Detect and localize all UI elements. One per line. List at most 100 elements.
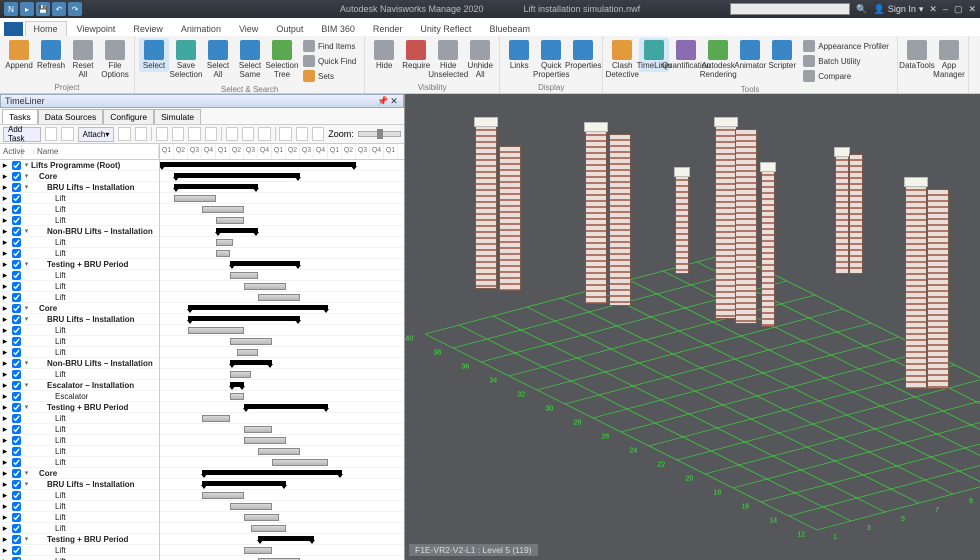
task-row[interactable]: ▸Lift (0, 446, 159, 457)
autodesk-rendering-button[interactable]: Autodesk Rendering (703, 38, 733, 81)
row-selector[interactable]: ▸ (0, 160, 10, 171)
ribbon-tab-bim-360[interactable]: BIM 360 (313, 22, 363, 36)
active-checkbox[interactable] (10, 402, 22, 412)
task-row[interactable]: ▸Lift (0, 237, 159, 248)
compare-button[interactable]: Compare (801, 69, 891, 83)
selection-tree-button[interactable]: Selection Tree (267, 38, 297, 81)
task-row[interactable]: ▸Lift (0, 512, 159, 523)
tower-model[interactable] (609, 134, 631, 306)
active-checkbox[interactable] (10, 171, 22, 181)
tower-model[interactable] (927, 189, 949, 389)
col-name[interactable]: Name (34, 145, 159, 158)
gantt-row[interactable] (160, 193, 404, 204)
task-row[interactable]: ▸▾BRU Lifts – Installation (0, 182, 159, 193)
gantt-row[interactable] (160, 215, 404, 226)
tower-model[interactable] (675, 174, 689, 274)
task-row[interactable]: ▸▾Core (0, 303, 159, 314)
gantt-row[interactable] (160, 248, 404, 259)
gantt-row[interactable] (160, 534, 404, 545)
filter-button[interactable] (242, 127, 254, 141)
row-selector[interactable]: ▸ (0, 248, 10, 259)
ribbon-tab-output[interactable]: Output (268, 22, 311, 36)
row-selector[interactable]: ▸ (0, 380, 10, 391)
gantt-row[interactable] (160, 424, 404, 435)
expand-toggle[interactable]: ▾ (22, 227, 31, 235)
task-row[interactable]: ▸Lift (0, 325, 159, 336)
min-icon[interactable]: – (943, 4, 948, 14)
gantt-row[interactable] (160, 490, 404, 501)
expand-toggle[interactable]: ▾ (22, 183, 31, 191)
ribbon-tab-unity-reflect[interactable]: Unity Reflect (412, 22, 479, 36)
task-row[interactable]: ▸Lift (0, 556, 159, 560)
properties-button[interactable]: Properties (568, 38, 598, 72)
auto-add-button[interactable] (61, 127, 73, 141)
active-checkbox[interactable] (10, 512, 22, 522)
gantt-row[interactable] (160, 369, 404, 380)
gantt-row[interactable] (160, 281, 404, 292)
summary-bar[interactable] (230, 261, 300, 266)
task-bar[interactable] (216, 239, 233, 246)
task-bar[interactable] (202, 492, 244, 499)
gantt-row[interactable] (160, 259, 404, 270)
ribbon-tab-view[interactable]: View (231, 22, 266, 36)
active-checkbox[interactable] (10, 391, 22, 401)
gantt-row[interactable] (160, 556, 404, 560)
gantt-row[interactable] (160, 292, 404, 303)
summary-bar[interactable] (230, 360, 272, 365)
active-checkbox[interactable] (10, 369, 22, 379)
zoom-in-button[interactable] (296, 127, 308, 141)
gantt-row[interactable] (160, 545, 404, 556)
active-checkbox[interactable] (10, 358, 22, 368)
find-items-button[interactable]: Find Items (301, 39, 358, 53)
task-bar[interactable] (237, 349, 258, 356)
tower-model[interactable] (835, 154, 849, 274)
active-checkbox[interactable] (10, 303, 22, 313)
row-selector[interactable]: ▸ (0, 457, 10, 468)
row-selector[interactable]: ▸ (0, 193, 10, 204)
gantt-rows[interactable] (160, 160, 404, 560)
summary-bar[interactable] (216, 228, 258, 233)
search-icon[interactable]: 🔍 (856, 4, 867, 15)
task-row[interactable]: ▸▾Core (0, 468, 159, 479)
zoom-out-button[interactable] (279, 127, 291, 141)
gantt-row[interactable] (160, 171, 404, 182)
task-row[interactable]: ▸▾Non-BRU Lifts – Installation (0, 358, 159, 369)
file-tab[interactable] (4, 22, 23, 36)
sets-button[interactable]: Sets (301, 69, 358, 83)
hide-unselected-button[interactable]: Hide Unselected (433, 38, 463, 81)
task-bar[interactable] (230, 393, 244, 400)
gantt-row[interactable] (160, 336, 404, 347)
task-bar[interactable] (230, 503, 272, 510)
gantt-row[interactable] (160, 391, 404, 402)
row-selector[interactable]: ▸ (0, 446, 10, 457)
expand-toggle[interactable]: ▾ (22, 403, 31, 411)
expand-toggle[interactable]: ▾ (22, 535, 31, 543)
row-selector[interactable]: ▸ (0, 512, 10, 523)
gantt-row[interactable] (160, 160, 404, 171)
batch-utility-button[interactable]: Batch Utility (801, 54, 891, 68)
summary-bar[interactable] (160, 162, 356, 167)
timeliner-tab-tasks[interactable]: Tasks (2, 109, 38, 124)
task-row[interactable]: ▸Lift (0, 292, 159, 303)
timeliner-tab-data-sources[interactable]: Data Sources (38, 109, 104, 124)
task-row[interactable]: ▸▾Non-BRU Lifts – Installation (0, 226, 159, 237)
unhide-all-button[interactable]: Unhide All (465, 38, 495, 81)
task-row[interactable]: ▸Lift (0, 270, 159, 281)
row-selector[interactable]: ▸ (0, 281, 10, 292)
row-selector[interactable]: ▸ (0, 391, 10, 402)
task-row[interactable]: ▸▾Lifts Programme (Root) (0, 160, 159, 171)
tower-model[interactable] (849, 154, 863, 274)
summary-bar[interactable] (174, 173, 300, 178)
expand-toggle[interactable]: ▾ (22, 315, 31, 323)
task-row[interactable]: ▸Lift (0, 347, 159, 358)
find-button[interactable] (135, 127, 147, 141)
active-checkbox[interactable] (10, 468, 22, 478)
reset-all-button[interactable]: Reset All (68, 38, 98, 81)
summary-bar[interactable] (244, 404, 328, 409)
tower-model[interactable] (905, 184, 927, 389)
row-selector[interactable]: ▸ (0, 204, 10, 215)
expand-toggle[interactable]: ▾ (22, 304, 31, 312)
select-all-button[interactable]: Select All (203, 38, 233, 81)
gantt-chart[interactable]: Q1Q2Q3Q4Q1Q2Q3Q4Q1Q2Q3Q4Q1Q2Q3Q4Q1 (160, 144, 404, 560)
active-checkbox[interactable] (10, 545, 22, 555)
